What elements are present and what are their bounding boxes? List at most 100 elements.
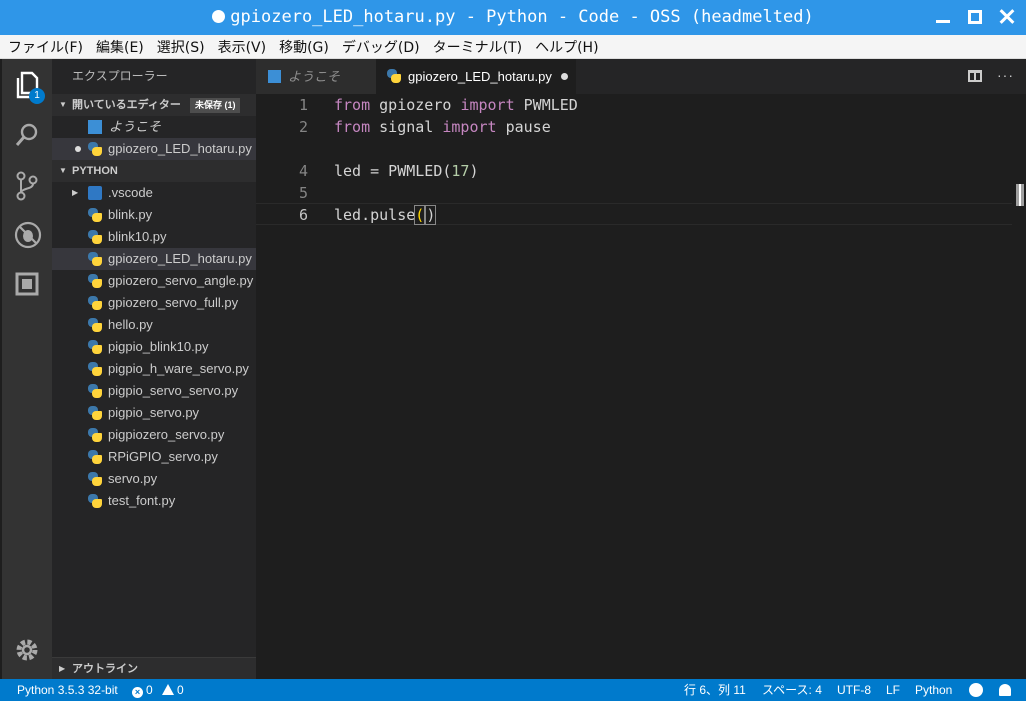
tree-item-file[interactable]: hello.py — [52, 314, 256, 336]
notifications-bell-icon[interactable] — [999, 679, 1011, 701]
code-line[interactable]: led = PWMLED(17) — [334, 160, 479, 182]
chevron-right-icon: ▶ — [59, 664, 66, 673]
source-control-activity[interactable] — [2, 161, 52, 211]
search-activity[interactable] — [2, 111, 52, 161]
extensions-activity[interactable] — [2, 261, 52, 311]
tree-item-file[interactable]: pigpio_blink10.py — [52, 336, 256, 358]
sidebar-title: エクスプローラー — [72, 69, 168, 83]
manage-activity[interactable] — [2, 627, 52, 677]
tree-item-file[interactable]: servo.py — [52, 468, 256, 490]
feedback-smiley-icon[interactable] — [969, 679, 983, 701]
python-file-icon — [88, 252, 102, 266]
close-button[interactable] — [996, 6, 1018, 28]
cursor-position[interactable]: 行 6、列 11 — [684, 679, 746, 701]
status-bar: Python 3.5.3 32-bit × 0 0 行 6、列 11 スペース: … — [0, 679, 1026, 701]
dirty-dot-icon — [75, 146, 81, 152]
debug-activity[interactable] — [2, 211, 52, 261]
menu-terminal[interactable]: ターミナル(T) — [433, 37, 522, 57]
python-file-icon — [88, 296, 102, 310]
python-file-icon — [88, 494, 102, 508]
tree-item-file[interactable]: pigpio_servo_servo.py — [52, 380, 256, 402]
line-number: 5 — [298, 184, 308, 202]
menu-view[interactable]: 表示(V) — [218, 37, 267, 57]
chevron-down-icon: ▼ — [59, 100, 67, 109]
title-bar: gpiozero_LED_hotaru.py - Python - Code -… — [0, 0, 1026, 35]
open-editor-hotaru[interactable]: gpiozero_LED_hotaru.py — [52, 138, 256, 160]
unsaved-dot-icon[interactable] — [561, 73, 568, 80]
menu-help[interactable]: ヘルプ(H) — [535, 37, 598, 57]
menu-go[interactable]: 移動(G) — [279, 37, 329, 57]
split-editor-icon[interactable] — [968, 70, 982, 82]
code-line[interactable]: from gpiozero import PWMLED — [334, 94, 578, 116]
tab-welcome[interactable]: ようこそ — [256, 59, 376, 94]
explorer-sidebar: エクスプローラー ▼ 開いているエディター 未保存 (1) ようこそ gpioz… — [52, 59, 256, 679]
editor-tab-bar: ようこそ gpiozero_LED_hotaru.py ··· — [256, 59, 1026, 94]
debug-icon — [14, 221, 42, 249]
tree-item-file[interactable]: pigpio_servo.py — [52, 402, 256, 424]
outline-section-header[interactable]: ▶ アウトライン — [52, 657, 256, 679]
maximize-button[interactable] — [964, 6, 986, 28]
unsaved-dot-icon — [212, 10, 226, 23]
python-file-icon — [88, 472, 102, 486]
tree-item-file[interactable]: blink.py — [52, 204, 256, 226]
more-actions-icon[interactable]: ··· — [997, 67, 1014, 83]
welcome-icon — [88, 120, 102, 134]
tree-item-file[interactable]: RPiGPIO_servo.py — [52, 446, 256, 468]
python-file-icon — [88, 318, 102, 332]
tree-item-file[interactable]: blink10.py — [52, 226, 256, 248]
line-number: 1 — [298, 96, 308, 114]
line-number: 4 — [298, 162, 308, 180]
python-file-icon — [88, 384, 102, 398]
code-line[interactable]: from signal import pause — [334, 116, 551, 138]
explorer-badge: 1 — [29, 88, 45, 104]
folder-icon — [88, 186, 102, 200]
python-file-icon — [88, 450, 102, 464]
menu-edit[interactable]: 編集(E) — [96, 37, 144, 57]
tree-item-file[interactable]: pigpio_h_ware_servo.py — [52, 358, 256, 380]
activity-bar: 1 — [2, 59, 52, 679]
tree-item-file[interactable]: test_font.py — [52, 490, 256, 512]
menu-selection[interactable]: 選択(S) — [157, 37, 205, 57]
python-file-icon — [88, 428, 102, 442]
python-file-icon — [88, 208, 102, 222]
open-editors-header[interactable]: ▼ 開いているエディター 未保存 (1) — [52, 94, 256, 116]
chevron-down-icon: ▼ — [59, 166, 67, 175]
menu-file[interactable]: ファイル(F) — [8, 37, 83, 57]
explorer-activity[interactable]: 1 — [2, 61, 52, 111]
python-file-icon — [88, 406, 102, 420]
error-icon: × — [132, 687, 143, 698]
open-editor-welcome[interactable]: ようこそ — [52, 116, 256, 138]
source-control-icon — [16, 171, 38, 201]
tab-hotaru[interactable]: gpiozero_LED_hotaru.py — [376, 59, 576, 94]
python-interpreter[interactable]: Python 3.5.3 32-bit — [17, 679, 118, 701]
menu-bar: ファイル(F) 編集(E) 選択(S) 表示(V) 移動(G) デバッグ(D) … — [0, 35, 1026, 59]
warning-icon — [162, 684, 175, 695]
tree-item-vscode[interactable]: ▶ .vscode — [52, 182, 256, 204]
indentation[interactable]: スペース: 4 — [762, 679, 822, 701]
minimize-button[interactable] — [932, 6, 954, 28]
overview-ruler-cursor[interactable] — [1016, 184, 1024, 206]
python-file-icon — [88, 362, 102, 376]
code-line[interactable]: led.pulse() — [334, 204, 437, 226]
welcome-icon — [268, 70, 281, 83]
end-of-line[interactable]: LF — [886, 679, 900, 701]
line-number: 2 — [298, 118, 308, 136]
tree-item-file[interactable]: gpiozero_LED_hotaru.py — [52, 248, 256, 270]
unsaved-tag: 未保存 (1) — [189, 98, 241, 113]
python-folder-header[interactable]: ▼ PYTHON — [52, 160, 256, 182]
python-file-icon — [88, 142, 102, 156]
window-title: gpiozero_LED_hotaru.py - Python - Code -… — [0, 0, 1026, 35]
python-file-icon — [387, 69, 401, 83]
tree-item-file[interactable]: gpiozero_servo_angle.py — [52, 270, 256, 292]
language-mode[interactable]: Python — [915, 679, 952, 701]
encoding[interactable]: UTF-8 — [837, 679, 871, 701]
code-editor[interactable]: 1 2 4 5 6 from gpiozero import PWMLED fr… — [256, 94, 1026, 679]
tree-item-file[interactable]: pigpiozero_servo.py — [52, 424, 256, 446]
python-file-icon — [88, 230, 102, 244]
extensions-icon — [15, 272, 39, 296]
tree-item-file[interactable]: gpiozero_servo_full.py — [52, 292, 256, 314]
problems-indicator[interactable]: × 0 0 — [132, 679, 184, 701]
python-file-icon — [88, 274, 102, 288]
menu-debug[interactable]: デバッグ(D) — [342, 37, 420, 57]
line-number: 6 — [298, 206, 308, 224]
